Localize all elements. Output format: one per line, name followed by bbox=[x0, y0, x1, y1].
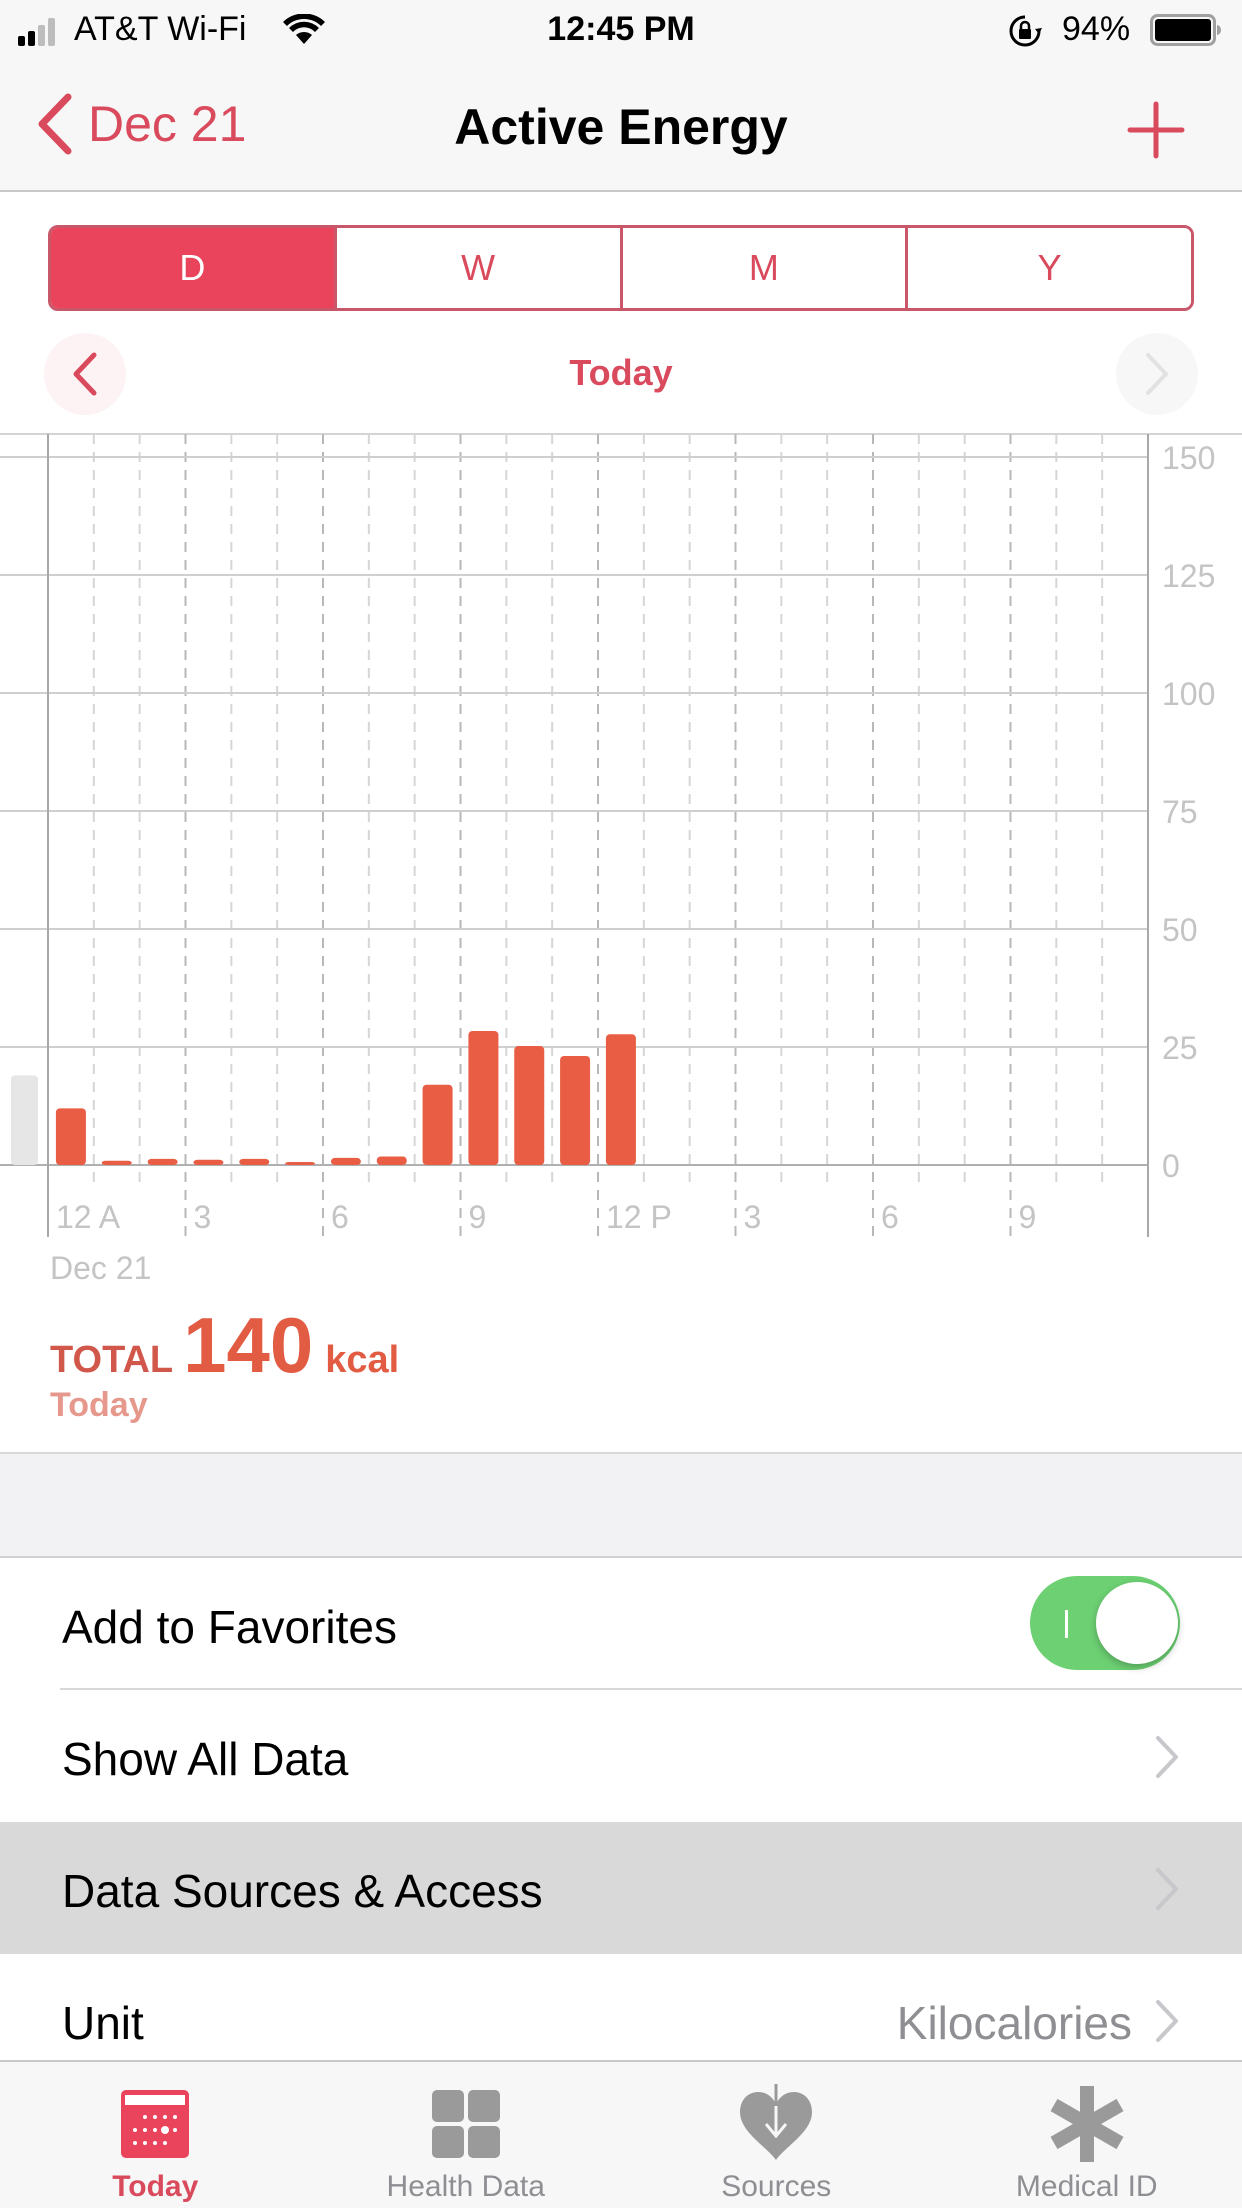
y-tick-label: 50 bbox=[1162, 912, 1198, 948]
page-title: Active Energy bbox=[454, 99, 788, 155]
x-tick-label: 12 P bbox=[606, 1199, 672, 1235]
clock-time: 12:45 PM bbox=[547, 10, 695, 48]
toggle-on-indicator bbox=[1065, 1610, 1068, 1638]
section-gap bbox=[0, 1454, 1242, 1558]
hourly-bar bbox=[514, 1046, 545, 1165]
previous-day-bar bbox=[11, 1075, 38, 1165]
hourly-bar bbox=[285, 1162, 316, 1165]
x-tick-label: 6 bbox=[881, 1199, 899, 1235]
x-tick-label: 3 bbox=[744, 1199, 762, 1235]
tab-health-data-label: Health Data bbox=[386, 2170, 545, 2203]
tab-medical-id[interactable]: Medical ID bbox=[932, 2062, 1242, 2208]
segment-year[interactable]: Y bbox=[908, 228, 1191, 308]
x-tick-label: 6 bbox=[331, 1199, 349, 1235]
navigation-bar: Dec 21 Active Energy bbox=[0, 60, 1242, 192]
hourly-bar bbox=[147, 1158, 178, 1165]
hourly-bar bbox=[605, 1034, 636, 1165]
add-to-favorites-row: Add to Favorites bbox=[0, 1558, 1242, 1690]
tab-bar: Today Health Data Sources Medical ID bbox=[0, 2060, 1242, 2208]
time-range-segmented-control: D W M Y bbox=[48, 225, 1194, 311]
summary-period: Today bbox=[50, 1386, 148, 1424]
y-tick-label: 25 bbox=[1162, 1030, 1198, 1066]
toggle-knob bbox=[1096, 1582, 1178, 1664]
y-tick-label: 0 bbox=[1162, 1148, 1180, 1184]
battery-icon bbox=[1150, 14, 1221, 46]
show-all-data-label: Show All Data bbox=[62, 1733, 349, 1785]
tab-today[interactable]: Today bbox=[0, 2062, 311, 2208]
hourly-bar bbox=[422, 1084, 453, 1165]
unit-value: Kilocalories bbox=[896, 1997, 1132, 2049]
x-tick-label: 9 bbox=[469, 1199, 487, 1235]
hourly-bar bbox=[239, 1158, 270, 1165]
chevron-right-icon bbox=[1156, 2000, 1178, 2042]
battery-percent: 94% bbox=[1062, 10, 1131, 48]
unit-row[interactable]: Unit Kilocalories bbox=[0, 1954, 1242, 2060]
show-all-data-row[interactable]: Show All Data bbox=[0, 1690, 1242, 1822]
y-tick-label: 125 bbox=[1162, 558, 1215, 594]
rotation-lock-icon bbox=[1009, 15, 1042, 47]
x-tick-label: 9 bbox=[1019, 1199, 1037, 1235]
heart-download-icon bbox=[740, 2084, 813, 2160]
summary-date: Dec 21 bbox=[50, 1250, 152, 1286]
hourly-bar bbox=[55, 1108, 86, 1165]
y-tick-label: 100 bbox=[1162, 676, 1215, 712]
hourly-bar bbox=[330, 1157, 361, 1165]
period-label: Today bbox=[569, 352, 673, 393]
summary-total: TOTAL 140 kcal bbox=[50, 1300, 399, 1391]
hourly-bar bbox=[468, 1030, 499, 1165]
plus-icon[interactable] bbox=[1126, 100, 1186, 160]
grid-icon bbox=[431, 2090, 500, 2158]
hourly-bar bbox=[193, 1159, 224, 1165]
y-tick-label: 75 bbox=[1162, 794, 1198, 830]
chevron-right-icon bbox=[1156, 1736, 1178, 1778]
chart-svg: 0 25 50 75 100 125 150 12 A 3 6 9 12 P 3 6 9 bbox=[0, 433, 1242, 1237]
tab-sources[interactable]: Sources bbox=[621, 2062, 932, 2208]
hourly-bar bbox=[560, 1055, 591, 1165]
status-bar: AT&T Wi-Fi 12:45 PM 94% bbox=[0, 0, 1242, 60]
next-period-button[interactable] bbox=[1116, 333, 1198, 415]
add-to-favorites-label: Add to Favorites bbox=[62, 1601, 397, 1653]
total-label: TOTAL bbox=[50, 1339, 174, 1381]
x-tick-label: 12 A bbox=[56, 1199, 121, 1235]
active-energy-chart[interactable]: 0 25 50 75 100 125 150 12 A 3 6 9 12 P 3 6 9 bbox=[0, 432, 1242, 1242]
tab-sources-label: Sources bbox=[721, 2170, 832, 2203]
tab-health-data[interactable]: Health Data bbox=[311, 2062, 622, 2208]
segment-month[interactable]: M bbox=[622, 228, 909, 308]
chevron-right-icon bbox=[1146, 353, 1168, 395]
unit-label: Unit bbox=[62, 1997, 144, 2049]
x-tick-label: 3 bbox=[194, 1199, 212, 1235]
total-unit: kcal bbox=[325, 1339, 400, 1381]
calendar-icon bbox=[121, 2090, 190, 2158]
total-value: 140 bbox=[183, 1301, 314, 1389]
asterisk-icon bbox=[1050, 2086, 1124, 2162]
segment-week[interactable]: W bbox=[336, 228, 623, 308]
y-tick-label: 150 bbox=[1162, 440, 1215, 476]
favorites-toggle[interactable] bbox=[1030, 1576, 1180, 1670]
segment-day[interactable]: D bbox=[51, 228, 337, 308]
chevron-right-icon bbox=[1156, 1868, 1178, 1910]
data-sources-access-label: Data Sources & Access bbox=[62, 1865, 543, 1917]
tab-medical-id-label: Medical ID bbox=[1015, 2170, 1158, 2203]
tab-today-label: Today bbox=[112, 2170, 199, 2203]
data-sources-access-row[interactable]: Data Sources & Access bbox=[0, 1822, 1242, 1954]
hourly-bar bbox=[101, 1160, 132, 1165]
hourly-bar bbox=[376, 1156, 407, 1165]
